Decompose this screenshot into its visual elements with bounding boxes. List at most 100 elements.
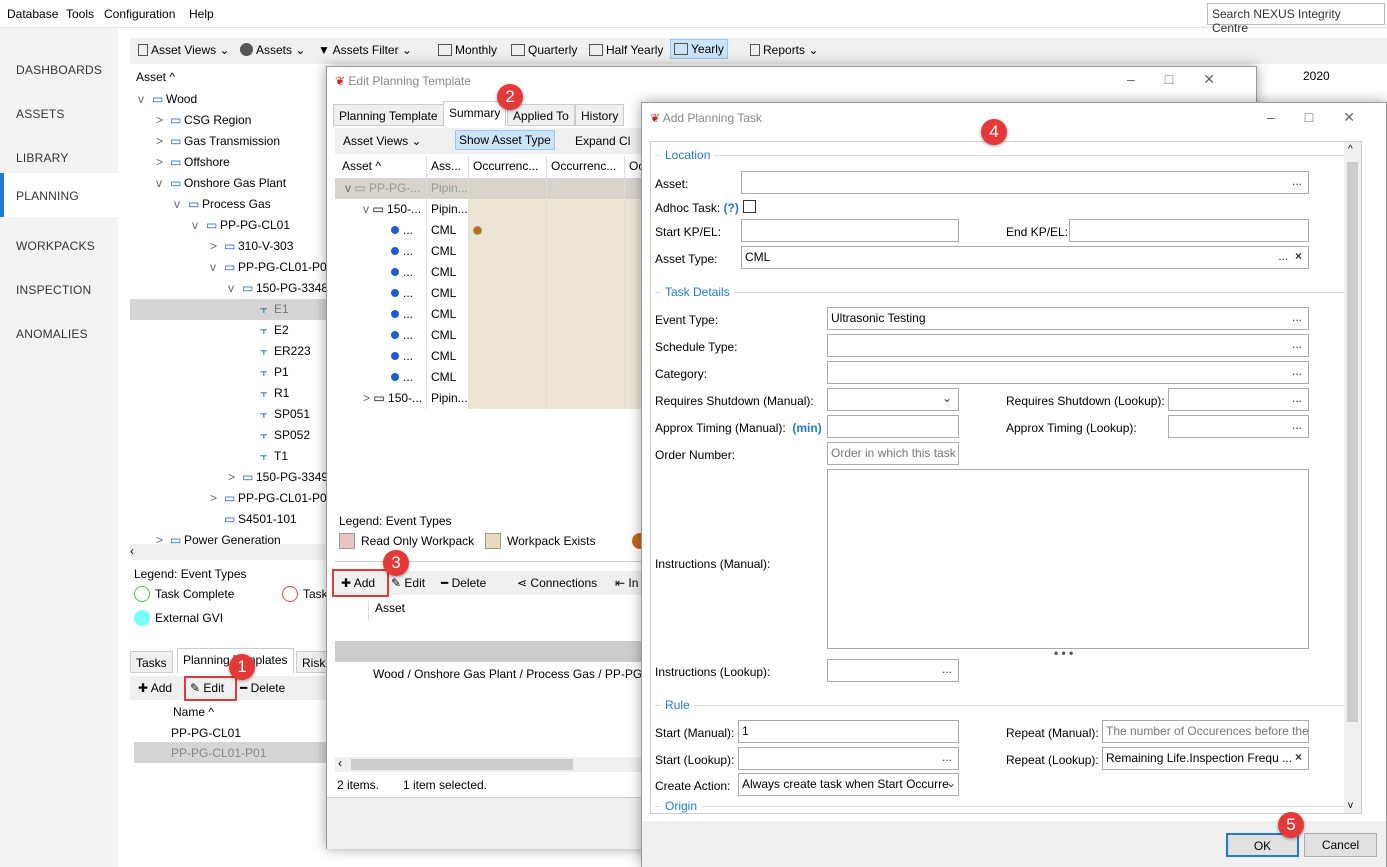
add-button[interactable]: ✚ Add (138, 681, 172, 695)
grid-cell-asset[interactable]: v ▭ 150-... (335, 199, 427, 220)
col-occurrence-1[interactable]: Occurrenc... (469, 156, 547, 178)
template-row[interactable]: PP-PG-CL01 (171, 726, 241, 740)
grid-cell-occurrence[interactable] (547, 346, 625, 367)
grid-cell-type[interactable]: Pipin... (427, 388, 469, 409)
menu-help[interactable]: Help (189, 7, 214, 21)
tree-item[interactable]: v ▭ Wood (130, 89, 326, 110)
order-number-input[interactable]: Order in which this task (827, 442, 959, 465)
show-asset-type-button[interactable]: Show Asset Type (455, 130, 555, 150)
menu-database[interactable]: Database (7, 7, 58, 21)
expander-icon[interactable]: v (228, 278, 234, 299)
expander-icon[interactable]: > (210, 236, 217, 257)
instructions-manual-textarea[interactable] (827, 469, 1309, 649)
grid-cell-occurrence[interactable] (547, 241, 625, 262)
grid-cell-occurrence[interactable] (547, 199, 625, 220)
tree-item[interactable]: v ▭ PP-PG-CL01-P0 (130, 257, 327, 278)
expander-icon[interactable]: > (210, 488, 217, 509)
tree-item[interactable]: > ▭ Offshore (130, 152, 326, 173)
start-kp-input[interactable] (741, 219, 959, 242)
tree-item[interactable]: > ▭ 150-PG-3349 (130, 467, 328, 488)
import-button[interactable]: ⇤ In (615, 576, 638, 590)
nav-planning[interactable]: PLANNING (0, 173, 118, 217)
req-shutdown-lookup-input[interactable]: ... (1168, 388, 1309, 411)
expander-icon[interactable]: > (156, 152, 163, 173)
grid-cell-occurrence[interactable] (469, 199, 547, 220)
tree-item[interactable]: v ▭ 150-PG-3348 (130, 278, 328, 299)
tab-tasks[interactable]: Tasks (130, 651, 173, 673)
grid-cell-asset[interactable]: ... (335, 346, 427, 367)
monthly-button[interactable]: Monthly (438, 43, 497, 57)
category-input[interactable]: ... (827, 361, 1309, 384)
grid-cell-asset[interactable]: ... (335, 220, 427, 241)
col-asset-type[interactable]: Ass... (427, 156, 469, 178)
col-asset[interactable]: Asset ^ (335, 156, 427, 178)
tree-header-asset[interactable]: Asset ^ (136, 70, 175, 84)
expander-icon[interactable]: v (210, 257, 216, 278)
tree-item[interactable]: ⫟ E2 (130, 320, 326, 341)
grid-cell-asset[interactable]: v ▭ PP-PG-... (335, 178, 427, 199)
tab-summary[interactable]: Summary (443, 101, 507, 126)
expand-button[interactable]: Expand Cl (575, 134, 630, 148)
grid-cell-occurrence[interactable] (547, 388, 625, 409)
asset-views-button[interactable]: Asset Views ⌄ (138, 43, 230, 57)
grid-cell-type[interactable]: CML (427, 220, 469, 241)
vertical-scrollbar[interactable]: ^ v (1344, 142, 1361, 813)
expander-icon[interactable]: > (228, 467, 235, 488)
grid-cell-type[interactable]: CML (427, 241, 469, 262)
instructions-lookup-input[interactable]: ... (827, 659, 959, 682)
grid-cell-type[interactable]: CML (427, 367, 469, 388)
grid-cell-type[interactable]: CML (427, 283, 469, 304)
nav-dashboards[interactable]: DASHBOARDS (0, 49, 118, 93)
cancel-button[interactable]: Cancel (1304, 833, 1377, 857)
tree-item[interactable]: ⫟ P1 (130, 362, 326, 383)
adhoc-checkbox[interactable] (743, 200, 756, 213)
asset-type-input[interactable]: CML... × (741, 246, 1309, 269)
grid-cell-occurrence[interactable] (547, 325, 625, 346)
grid-cell-occurrence[interactable] (547, 178, 625, 199)
tree-item[interactable]: ⫟ SP052 (130, 425, 326, 446)
task-asset-path[interactable]: Wood / Onshore Gas Plant / Process Gas /… (373, 667, 643, 681)
grid-cell-type[interactable]: CML (427, 346, 469, 367)
tree-item[interactable]: ⫟ ER223 (130, 341, 326, 362)
grid-cell-occurrence[interactable] (469, 325, 547, 346)
tree-item[interactable]: ▭ S4501-101 (130, 509, 326, 530)
grid-cell-occurrence[interactable] (547, 304, 625, 325)
half-yearly-button[interactable]: Half Yearly (589, 43, 663, 57)
edit-task-button[interactable]: ✎ Edit (391, 576, 425, 590)
expander-icon[interactable]: v (138, 89, 144, 110)
grid-cell-asset[interactable]: ... (335, 304, 427, 325)
grid-cell-occurrence[interactable] (469, 262, 547, 283)
yearly-button[interactable]: Yearly (670, 39, 728, 59)
tree-item[interactable]: > ▭ CSG Region (130, 110, 326, 131)
grid-cell-occurrence[interactable] (469, 304, 547, 325)
tree-item[interactable]: v ▭ PP-PG-CL01 (130, 215, 326, 236)
asset-views-button[interactable]: Asset Views ⌄ (343, 134, 422, 148)
expander-icon[interactable]: > (156, 110, 163, 131)
delete-button[interactable]: ━ Delete (240, 681, 285, 695)
grid-cell-occurrence[interactable] (469, 220, 547, 241)
asset-input[interactable]: ... (741, 171, 1309, 194)
grid-cell-occurrence[interactable] (547, 262, 625, 283)
tree-item[interactable]: > ▭ 310-V-303 (130, 236, 326, 257)
repeat-lookup-input[interactable]: Remaining Life.Inspection Frequ ... × (1102, 747, 1309, 770)
tree-item[interactable]: ⫟ R1 (130, 383, 326, 404)
expander-icon[interactable]: v (156, 173, 162, 194)
grid-cell-occurrence[interactable] (469, 367, 547, 388)
nav-inspection[interactable]: INSPECTION (0, 269, 118, 313)
expander-icon[interactable]: > (156, 131, 163, 152)
grid-cell-occurrence[interactable] (469, 346, 547, 367)
quarterly-button[interactable]: Quarterly (511, 43, 577, 57)
window-controls[interactable]: –□✕ (1267, 109, 1385, 126)
grid-cell-occurrence[interactable] (469, 178, 547, 199)
expander-icon[interactable]: v (174, 194, 180, 215)
col-task-asset[interactable]: Asset (368, 601, 405, 621)
grid-cell-type[interactable]: CML (427, 304, 469, 325)
nav-workpacks[interactable]: WORKPACKS (0, 225, 118, 269)
window-controls[interactable]: –□✕ (1127, 71, 1245, 88)
tree-scrollbar[interactable]: ‹ (130, 544, 326, 560)
grid-cell-asset[interactable]: ... (335, 262, 427, 283)
tree-item[interactable]: v ▭ Process Gas (130, 194, 326, 215)
grid-cell-asset[interactable]: ... (335, 283, 427, 304)
approx-timing-manual-input[interactable] (827, 415, 959, 438)
connections-button[interactable]: ⋖ Connections (517, 576, 597, 590)
